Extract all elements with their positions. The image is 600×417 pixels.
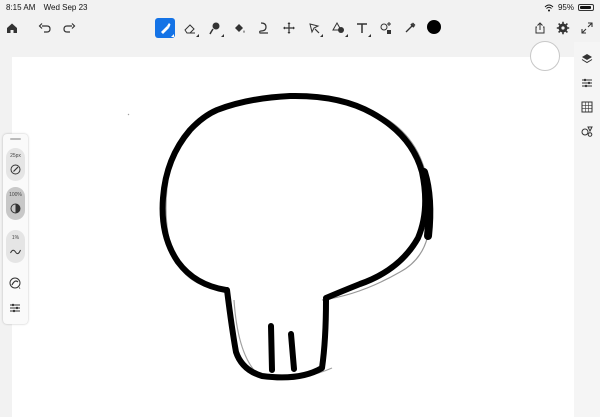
shapes-icon (581, 126, 593, 137)
opacity-icon (10, 203, 21, 214)
layer-properties-button[interactable] (580, 76, 594, 90)
brush-settings-icon[interactable] (9, 302, 21, 314)
brush-opacity-control[interactable]: 100% (6, 187, 25, 220)
brush-settings-panel: 25px 100% 1% (3, 134, 28, 324)
battery-level (580, 6, 592, 9)
drawing-strokes (127, 92, 434, 381)
head-stroke (159, 92, 429, 301)
brush-smoothing-control[interactable]: 1% (6, 230, 25, 263)
layer-properties-icon (582, 78, 592, 88)
grid-icon (581, 101, 593, 113)
shapes-button[interactable] (580, 124, 594, 138)
brush-opacity-label: 100% (9, 192, 22, 198)
tooth-stroke-1 (268, 323, 275, 373)
panel-drag-handle[interactable] (10, 138, 21, 140)
fullscreen-icon (581, 22, 593, 34)
layers-icon (581, 54, 593, 64)
tooth-stroke-2 (288, 331, 297, 372)
jaw-stroke (224, 287, 329, 381)
smoothing-icon (10, 249, 21, 255)
brush-smoothing-label: 1% (11, 235, 20, 241)
grid-button[interactable] (580, 100, 594, 114)
battery-icon (578, 4, 594, 11)
brush-preview-circle (530, 41, 560, 71)
brush-size-icon (10, 164, 21, 175)
brush-size-label: 25px (10, 153, 21, 159)
brush-type-icon[interactable] (9, 277, 21, 289)
right-rail (574, 42, 600, 417)
brush-size-control[interactable]: 25px (6, 148, 25, 181)
fullscreen-button[interactable] (577, 18, 597, 38)
layers-button[interactable] (580, 52, 594, 66)
